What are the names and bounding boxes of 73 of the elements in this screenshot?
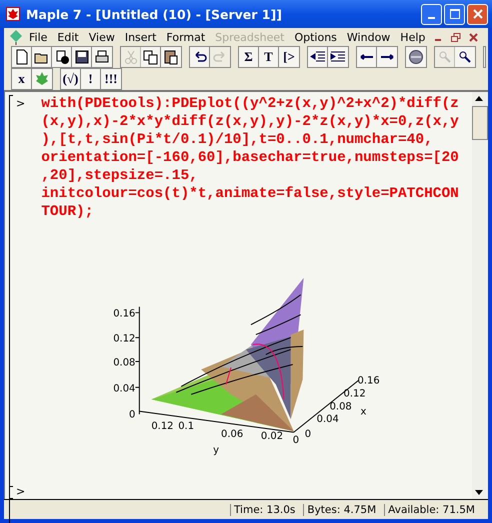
tick-label: 0.06 bbox=[221, 429, 244, 440]
paste-icon bbox=[163, 49, 179, 65]
toolbar-button[interactable] bbox=[52, 47, 72, 67]
maple-input[interactable]: with(PDEtools):PDEplot((y^2+z(x,y)^2+x^2)*diff(z (x,y),x)-2*x*y*diff(z(x,y),y)-2*z(x,y)*x=0,z(x,y ),[t,t,sin(Pi*t/0.1)/10],t=0..0.1,numchar=40, orientation=[-160,60],basechar=true,numsteps=[20 ,20],stepsize=.15, initcolour=cos(t)*t,animate=false,style=PATCHCON TOUR); bbox=[41, 95, 459, 221]
tick-label: 0 bbox=[129, 409, 136, 420]
toolbar-button[interactable]: x bbox=[12, 69, 32, 89]
leaf-icon bbox=[34, 71, 50, 87]
tick-label: 0.04 bbox=[316, 414, 339, 426]
tick-label: 0.16 bbox=[358, 375, 380, 386]
status-field: Bytes: 4.75M bbox=[303, 504, 380, 516]
scrollbar[interactable] bbox=[472, 92, 488, 499]
close-icon[interactable] bbox=[469, 32, 478, 42]
menu-item[interactable]: Help bbox=[395, 30, 430, 44]
tick-label: 0.02 bbox=[260, 431, 284, 442]
tick-label: 0 bbox=[304, 429, 312, 440]
close-button[interactable] bbox=[467, 4, 488, 24]
menu-item[interactable]: Options bbox=[289, 30, 342, 44]
toolbar-button[interactable] bbox=[92, 47, 112, 67]
toolbar-button[interactable]: T bbox=[259, 47, 279, 67]
menu-item[interactable]: Edit bbox=[52, 30, 84, 44]
scroll-thumb[interactable] bbox=[472, 106, 488, 140]
toolbar-button[interactable] bbox=[12, 47, 32, 67]
axis-label: y bbox=[213, 445, 219, 456]
zoomout-icon bbox=[436, 49, 452, 65]
toolbar-button[interactable] bbox=[161, 47, 181, 67]
copy-icon bbox=[142, 49, 158, 65]
server-icon bbox=[54, 49, 70, 65]
menu-item[interactable]: Insert bbox=[120, 30, 162, 44]
toolbar-button[interactable] bbox=[72, 47, 92, 67]
toolbar-button[interactable]: !!! bbox=[101, 69, 121, 89]
toolbar-button[interactable]: Σ bbox=[239, 47, 259, 67]
toolbar-button[interactable] bbox=[141, 47, 161, 67]
save-icon bbox=[74, 49, 90, 65]
tick-label: 0.12 bbox=[151, 421, 174, 432]
tick-label: 0.08 bbox=[330, 401, 352, 412]
maximize-icon bbox=[450, 9, 460, 19]
menu-item[interactable]: File bbox=[24, 30, 52, 44]
prompt: > bbox=[16, 486, 26, 499]
toolbar-button[interactable] bbox=[328, 47, 348, 67]
toolbar-button[interactable]: [> bbox=[279, 47, 299, 67]
tick-label: 0.12 bbox=[344, 388, 366, 400]
tick-label: 0.1 bbox=[178, 421, 194, 432]
status-field: Time: 13.0s bbox=[230, 504, 298, 516]
window-title: Maple 7 - [Untitled (10) - [Server 1]] bbox=[26, 6, 282, 22]
print-icon bbox=[94, 49, 110, 65]
minimize-icon bbox=[428, 17, 435, 19]
tick-label: 0.12 bbox=[113, 334, 136, 345]
close-icon bbox=[472, 9, 482, 19]
menu-item[interactable]: View bbox=[84, 30, 120, 44]
menu-item[interactable]: Format bbox=[161, 30, 210, 44]
maple-leaf-icon bbox=[6, 7, 20, 21]
toolbar-button[interactable] bbox=[32, 47, 52, 67]
prompt: > bbox=[16, 97, 26, 110]
menu-item[interactable]: Window bbox=[342, 30, 396, 44]
new-icon bbox=[14, 49, 30, 65]
toolbar-button[interactable]: (√) bbox=[61, 69, 81, 89]
toolbar-button[interactable] bbox=[190, 47, 210, 67]
tick-label: 0.16 bbox=[113, 308, 136, 320]
maximize-button[interactable] bbox=[444, 4, 465, 24]
axis-label: x bbox=[360, 406, 366, 418]
toolbar-button[interactable] bbox=[357, 47, 377, 67]
status-field: Available: 71.5M bbox=[384, 504, 478, 516]
toolbar-button[interactable]: ! bbox=[81, 69, 101, 89]
zoomin-icon bbox=[457, 49, 473, 65]
tick-label: 0.08 bbox=[113, 357, 136, 368]
cut-icon bbox=[122, 49, 138, 65]
minimize-button[interactable] bbox=[421, 4, 442, 24]
toolbar-button[interactable] bbox=[455, 47, 475, 67]
restore-icon[interactable] bbox=[451, 32, 461, 42]
tick-label: 0 bbox=[292, 435, 300, 446]
toolbar-button[interactable] bbox=[377, 47, 397, 67]
tick-label: 0.04 bbox=[113, 383, 136, 394]
toolbar-button[interactable] bbox=[308, 47, 328, 67]
